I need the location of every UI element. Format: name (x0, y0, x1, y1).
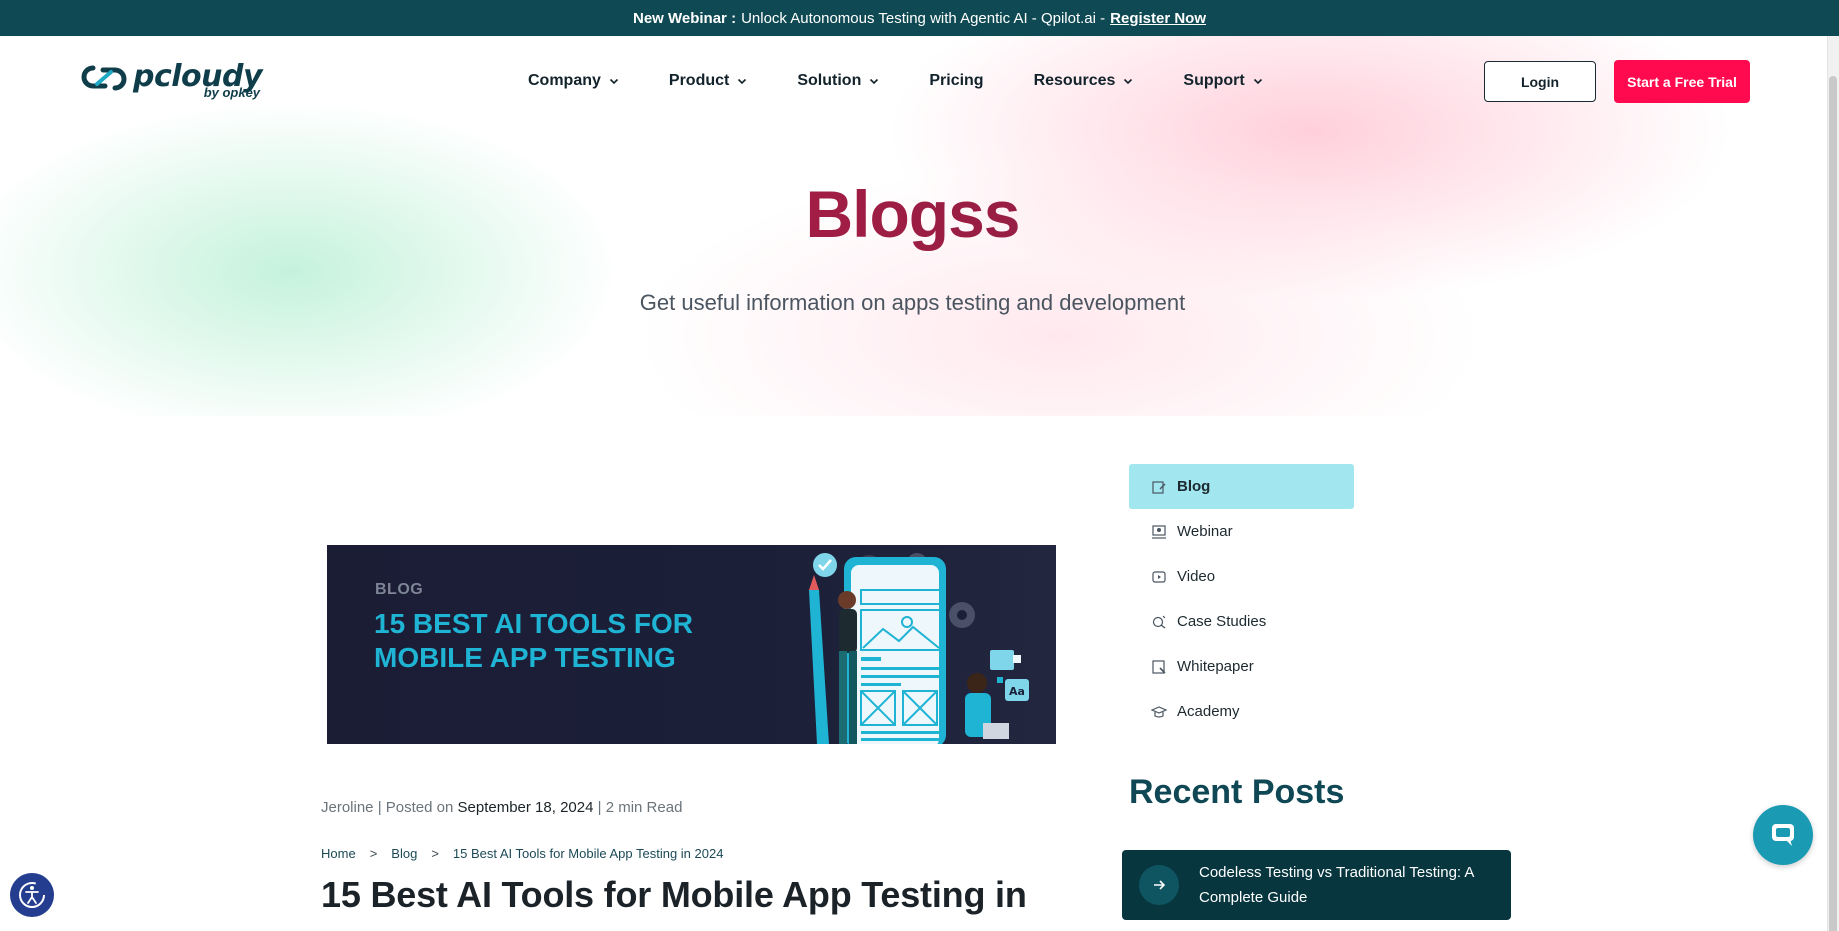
nav-solution-label: Solution (797, 72, 862, 89)
post-meta: Jeroline | Posted on September 18, 2024 … (321, 799, 682, 816)
category-whitepaper-label: Whitepaper (1177, 658, 1254, 675)
announcement-bar: New Webinar : Unlock Autonomous Testing … (0, 0, 1839, 36)
whitepaper-icon (1152, 659, 1166, 674)
register-now-link[interactable]: Register Now (1110, 10, 1206, 27)
category-webinar[interactable]: Webinar (1129, 509, 1354, 554)
page-subtitle: Get useful information on apps testing a… (639, 290, 1186, 315)
scrollbar-thumb[interactable] (1829, 76, 1837, 931)
breadcrumb-blog[interactable]: Blog (391, 846, 417, 861)
category-list: Blog Webinar Video Case Studies Whitepap… (1129, 464, 1354, 734)
chevron-down-icon (1253, 78, 1262, 85)
recent-post-card[interactable]: Codeless Testing vs Traditional Testing:… (1122, 850, 1511, 920)
nav-support-label: Support (1183, 72, 1245, 89)
category-academy[interactable]: Academy (1129, 689, 1354, 734)
post-date: September 18, 2024 (457, 799, 594, 816)
nav-support[interactable]: Support (1183, 72, 1262, 90)
case-studies-icon (1152, 615, 1166, 629)
accessibility-button[interactable] (10, 873, 54, 917)
arrow-right-icon (1139, 865, 1179, 905)
nav-solution[interactable]: Solution (797, 72, 879, 90)
category-video-label: Video (1177, 568, 1216, 585)
nav-company[interactable]: Company (528, 72, 619, 90)
nav-company-label: Company (528, 72, 601, 89)
nav-resources-label: Resources (1033, 72, 1116, 89)
post-author[interactable]: Jeroline (321, 799, 374, 816)
chat-widget-button[interactable] (1753, 805, 1813, 865)
chevron-down-icon (870, 78, 879, 85)
video-icon (1152, 570, 1166, 583)
nav-pricing[interactable]: Pricing (929, 72, 983, 90)
category-whitepaper[interactable]: Whitepaper (1129, 644, 1354, 689)
announcement-text: Unlock Autonomous Testing with Agentic A… (741, 9, 1106, 27)
pcloudy-logo-icon (81, 65, 127, 91)
post-title: 15 Best AI Tools for Mobile App Testing … (321, 874, 1027, 915)
breadcrumb: Home > Blog > 15 Best AI Tools for Mobil… (321, 846, 723, 861)
nav-product[interactable]: Product (669, 72, 747, 90)
webinar-icon (1152, 524, 1166, 539)
announcement-lead: New Webinar : (632, 9, 737, 27)
category-webinar-label: Webinar (1177, 523, 1233, 540)
recent-post-title: Codeless Testing vs Traditional Testing:… (1199, 864, 1474, 906)
chevron-down-icon (1124, 78, 1133, 85)
chat-icon (1772, 824, 1794, 846)
blog-image-headline: 15 BEST AI TOOLS FOR MOBILE APP TESTING (374, 608, 693, 673)
page-scrollbar[interactable] (1827, 36, 1839, 931)
category-blog[interactable]: Blog (1129, 464, 1354, 509)
nav-product-label: Product (668, 72, 730, 89)
page-title: Blogss (0, 176, 1825, 252)
chevron-down-icon (738, 78, 747, 85)
phone-testing-illustration: Aa (809, 553, 1029, 744)
blog-icon (1152, 480, 1166, 494)
category-blog-label: Blog (1177, 478, 1211, 495)
blog-image-tag: BLOG (375, 581, 424, 598)
chevron-down-icon (609, 78, 618, 85)
logo-subtitle: by opkey (203, 85, 261, 100)
meta-separator: | (377, 799, 386, 816)
category-case-studies-label: Case Studies (1177, 613, 1267, 630)
start-free-trial-button[interactable]: Start a Free Trial (1614, 60, 1750, 103)
breadcrumb-separator: > (431, 846, 439, 861)
posted-on-label: Posted on (385, 799, 454, 816)
category-academy-label: Academy (1177, 703, 1240, 720)
category-case-studies[interactable]: Case Studies (1129, 599, 1354, 644)
login-button[interactable]: Login (1484, 61, 1596, 102)
recent-posts-heading: Recent Posts (1129, 773, 1345, 811)
breadcrumb-separator: > (369, 846, 378, 861)
svg-text:Aa: Aa (1009, 685, 1025, 698)
meta-separator: | (597, 799, 606, 816)
breadcrumb-home[interactable]: Home (321, 846, 356, 861)
pcloudy-logo[interactable]: pcloudy by opkey (79, 60, 264, 104)
nav-pricing-label: Pricing (929, 72, 984, 89)
breadcrumb-current: 15 Best AI Tools for Mobile App Testing … (452, 846, 724, 861)
main-nav: Company Product Solution Pricing Resourc… (528, 70, 1313, 92)
read-time: 2 min Read (605, 799, 683, 816)
featured-blog-image[interactable]: BLOG 15 BEST AI TOOLS FOR MOBILE APP TES… (327, 545, 1056, 744)
category-video[interactable]: Video (1129, 554, 1354, 599)
nav-resources[interactable]: Resources (1034, 72, 1134, 90)
academy-icon (1151, 705, 1167, 718)
accessibility-icon (19, 882, 45, 908)
